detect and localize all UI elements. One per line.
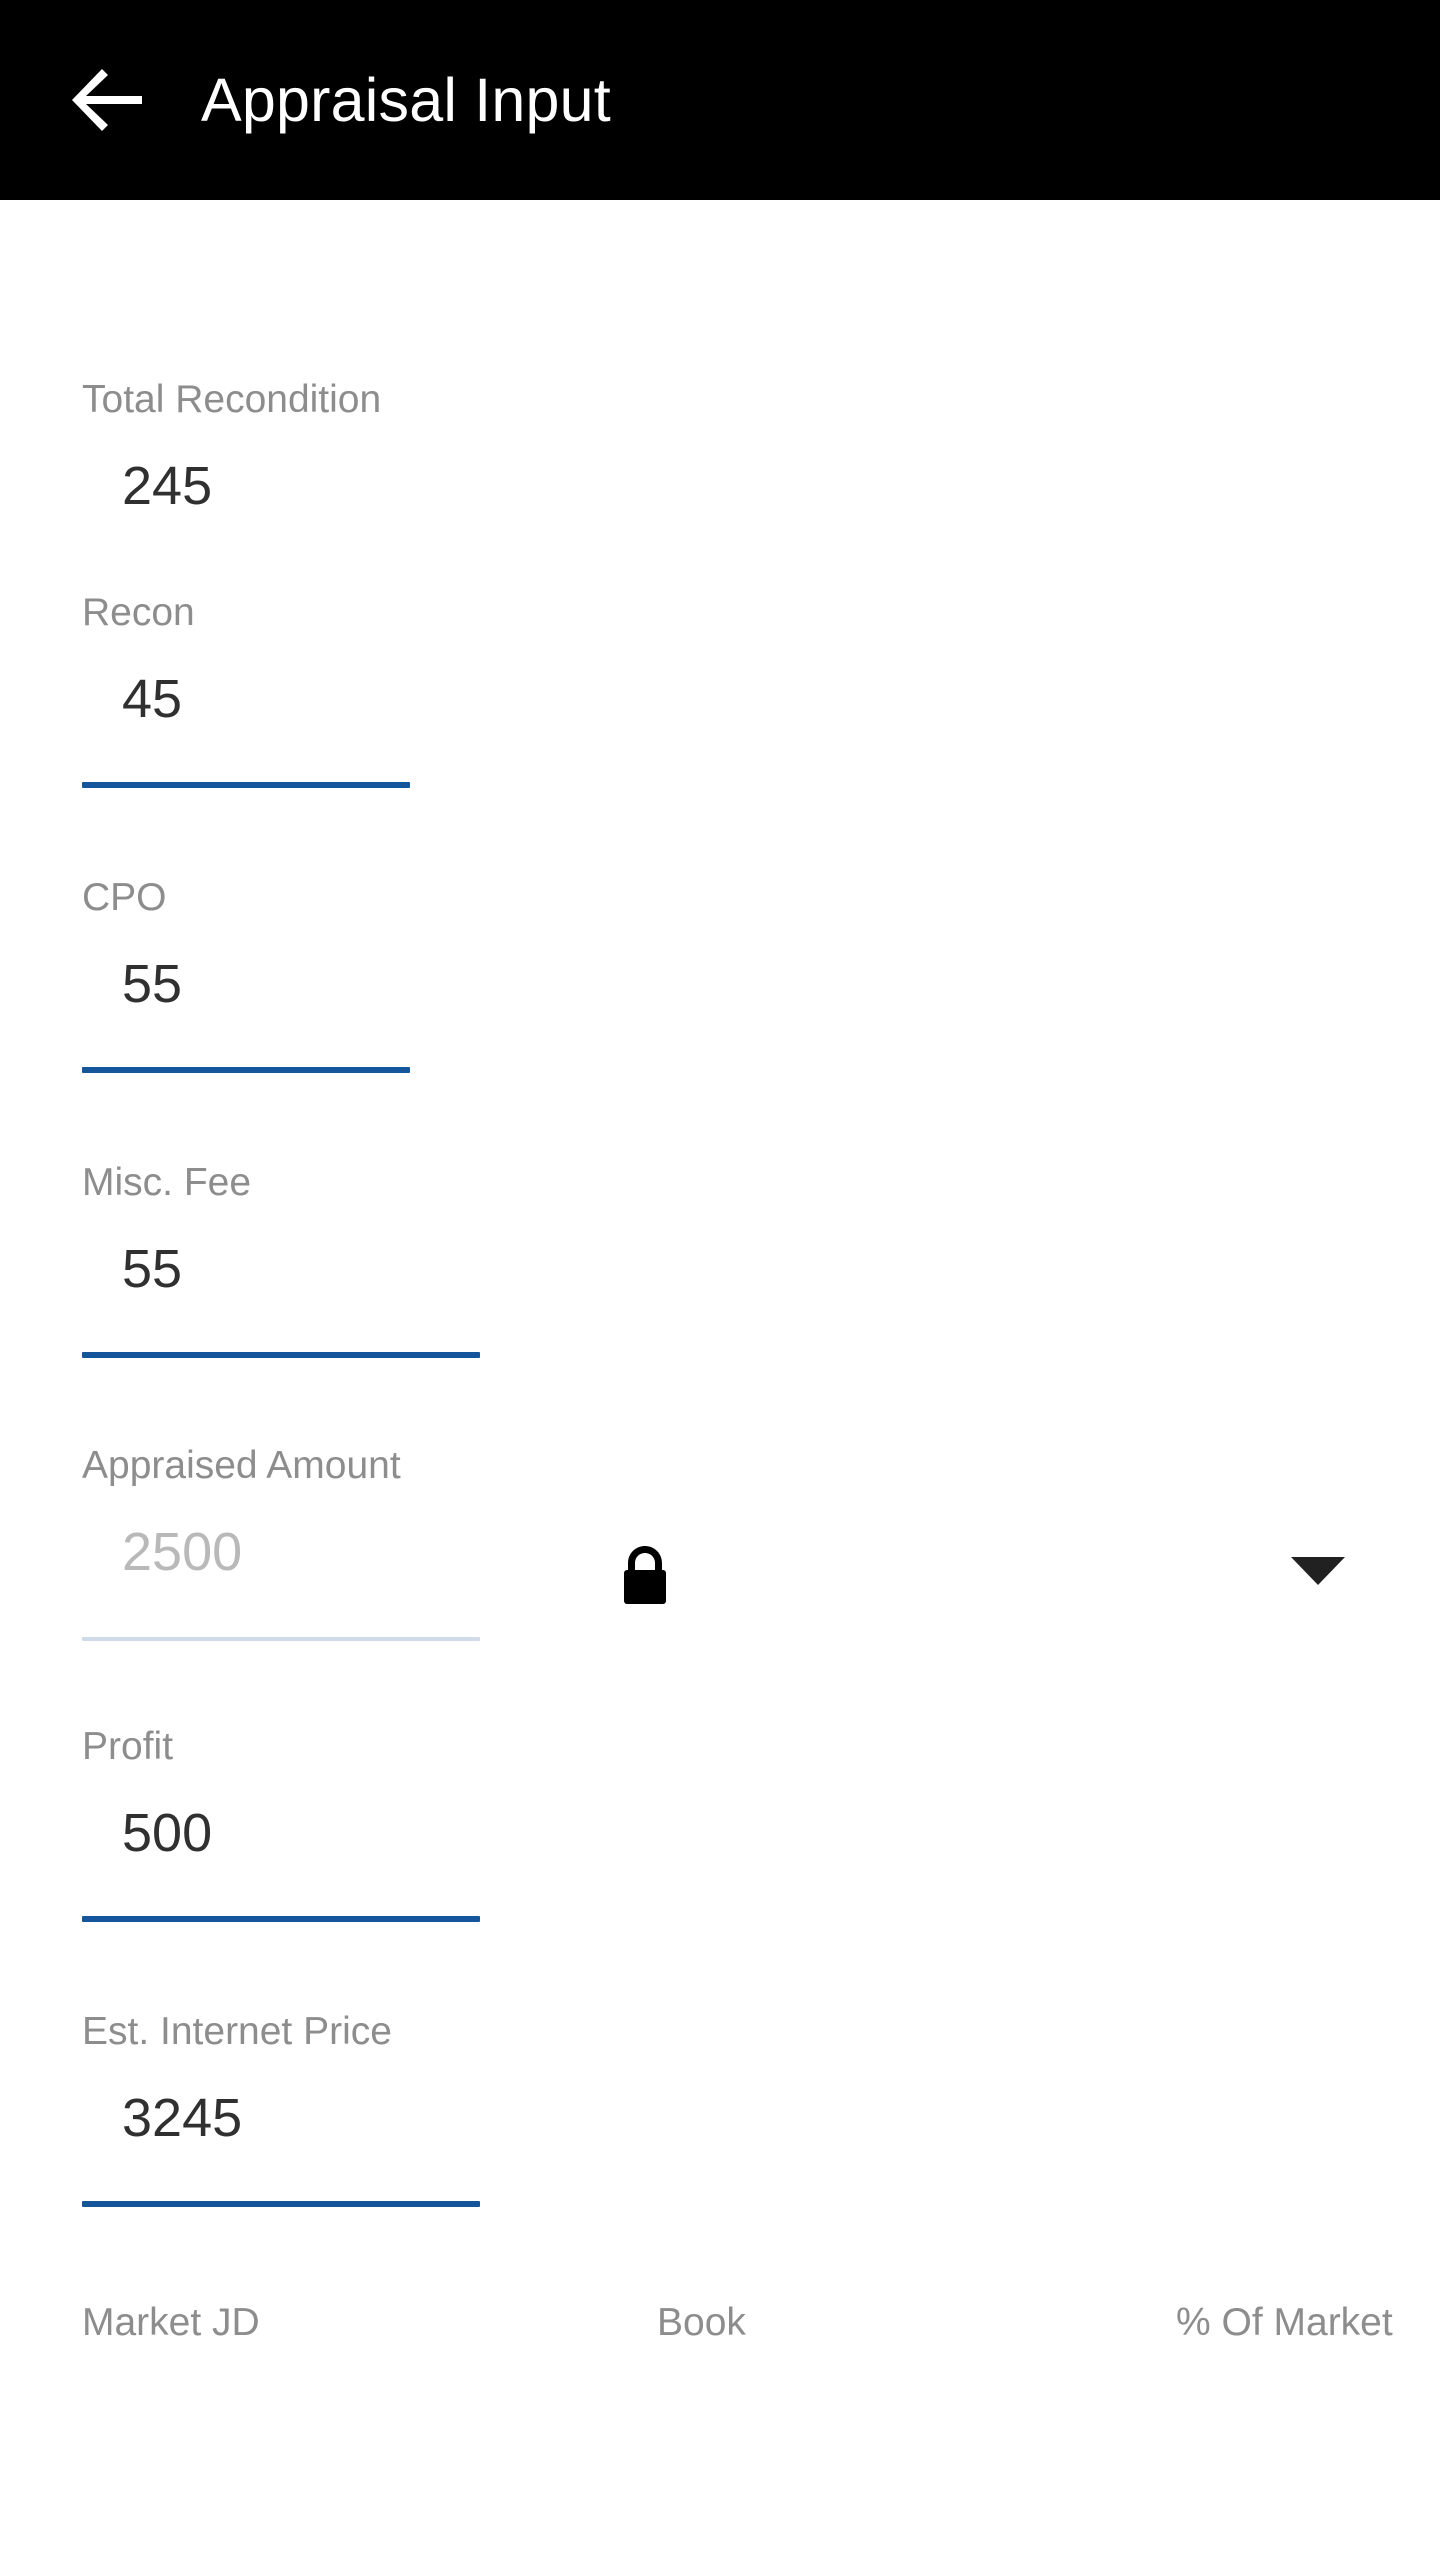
form-row-market-book-pct: Market JD Book % Of Market <box>0 2303 1440 2342</box>
field-book[interactable]: Book <box>657 2303 1176 2342</box>
field-value-cpo[interactable]: 55 <box>82 957 724 1011</box>
arrow-back-icon <box>70 68 146 132</box>
field-underline-profit <box>82 1916 480 1922</box>
field-auction[interactable]: Auction 15 <box>724 878 1440 1073</box>
chevron-down-icon <box>1291 1557 1345 1585</box>
field-recon[interactable]: Recon 45 <box>82 593 724 788</box>
field-appraised-amount: Appraised Amount 2500 <box>82 1446 724 1641</box>
field-value-total-recondition[interactable]: 245 <box>82 459 724 513</box>
field-underline-est-internet-price <box>82 2201 480 2207</box>
field-label-pct-of-market: % Of Market <box>1176 2301 1393 2344</box>
field-profit[interactable]: Profit 500 <box>82 1727 724 1922</box>
field-pct-of-market[interactable]: % Of Market <box>1176 2303 1393 2342</box>
field-sale-type[interactable]: Sale Type Retail <box>724 1446 1440 1641</box>
field-value-misc-fee[interactable]: 55 <box>82 1242 724 1296</box>
field-underline-cpo <box>82 1067 410 1073</box>
field-cpo[interactable]: CPO 55 <box>82 878 724 1073</box>
lock-closed-icon <box>620 1544 670 1611</box>
field-underline-misc-fee <box>82 1352 480 1358</box>
field-value-profit[interactable]: 500 <box>82 1806 724 1860</box>
field-label-est-internet-price: Est. Internet Price <box>82 2010 392 2053</box>
form-row-recon-transport: Recon 45 Transport 75 <box>0 593 1440 788</box>
form-row-total-recondition: Total Recondition 245 <box>0 380 1440 513</box>
back-button[interactable] <box>60 52 156 148</box>
field-value-recon[interactable]: 45 <box>82 672 724 726</box>
field-total-recondition[interactable]: Total Recondition 245 <box>82 380 724 513</box>
field-label-profit: Profit <box>82 1725 174 1768</box>
field-label-recon: Recon <box>82 591 195 634</box>
appraised-amount-lock-button[interactable] <box>615 1543 675 1611</box>
form-row-misc-fee: Misc. Fee 55 <box>0 1163 1440 1358</box>
sale-type-dropdown-toggle[interactable] <box>1290 1551 1346 1591</box>
form-row-appraised-sale-type: Appraised Amount 2500 <box>0 1446 1440 1641</box>
field-underline-appraised-amount <box>82 1637 480 1641</box>
field-est-internet-price[interactable]: Est. Internet Price 3245 <box>82 2012 724 2207</box>
field-label-book: Book <box>657 2301 746 2344</box>
app-bar: Appraisal Input <box>0 0 1440 200</box>
field-transport[interactable]: Transport 75 <box>724 593 1440 788</box>
field-value-est-internet-price[interactable]: 3245 <box>82 2091 724 2145</box>
form-row-profit: Profit 500 <box>0 1727 1440 1922</box>
field-label-misc-fee: Misc. Fee <box>82 1161 252 1204</box>
form-row-cpo-auction: CPO 55 Auction 15 <box>0 878 1440 1073</box>
field-market-jd[interactable]: Market JD <box>82 2303 657 2342</box>
field-misc-fee[interactable]: Misc. Fee 55 <box>82 1163 724 1358</box>
field-label-cpo: CPO <box>82 876 167 919</box>
field-underline-recon <box>82 782 410 788</box>
form-row-est-internet-price: Est. Internet Price 3245 <box>0 2012 1440 2207</box>
field-label-market-jd: Market JD <box>82 2301 260 2344</box>
appraisal-form: Total Recondition 245 Recon 45 Transport… <box>0 380 1440 2342</box>
page-title: Appraisal Input <box>201 66 611 134</box>
field-label-appraised-amount: Appraised Amount <box>82 1444 401 1487</box>
field-label-total-recondition: Total Recondition <box>82 378 382 421</box>
